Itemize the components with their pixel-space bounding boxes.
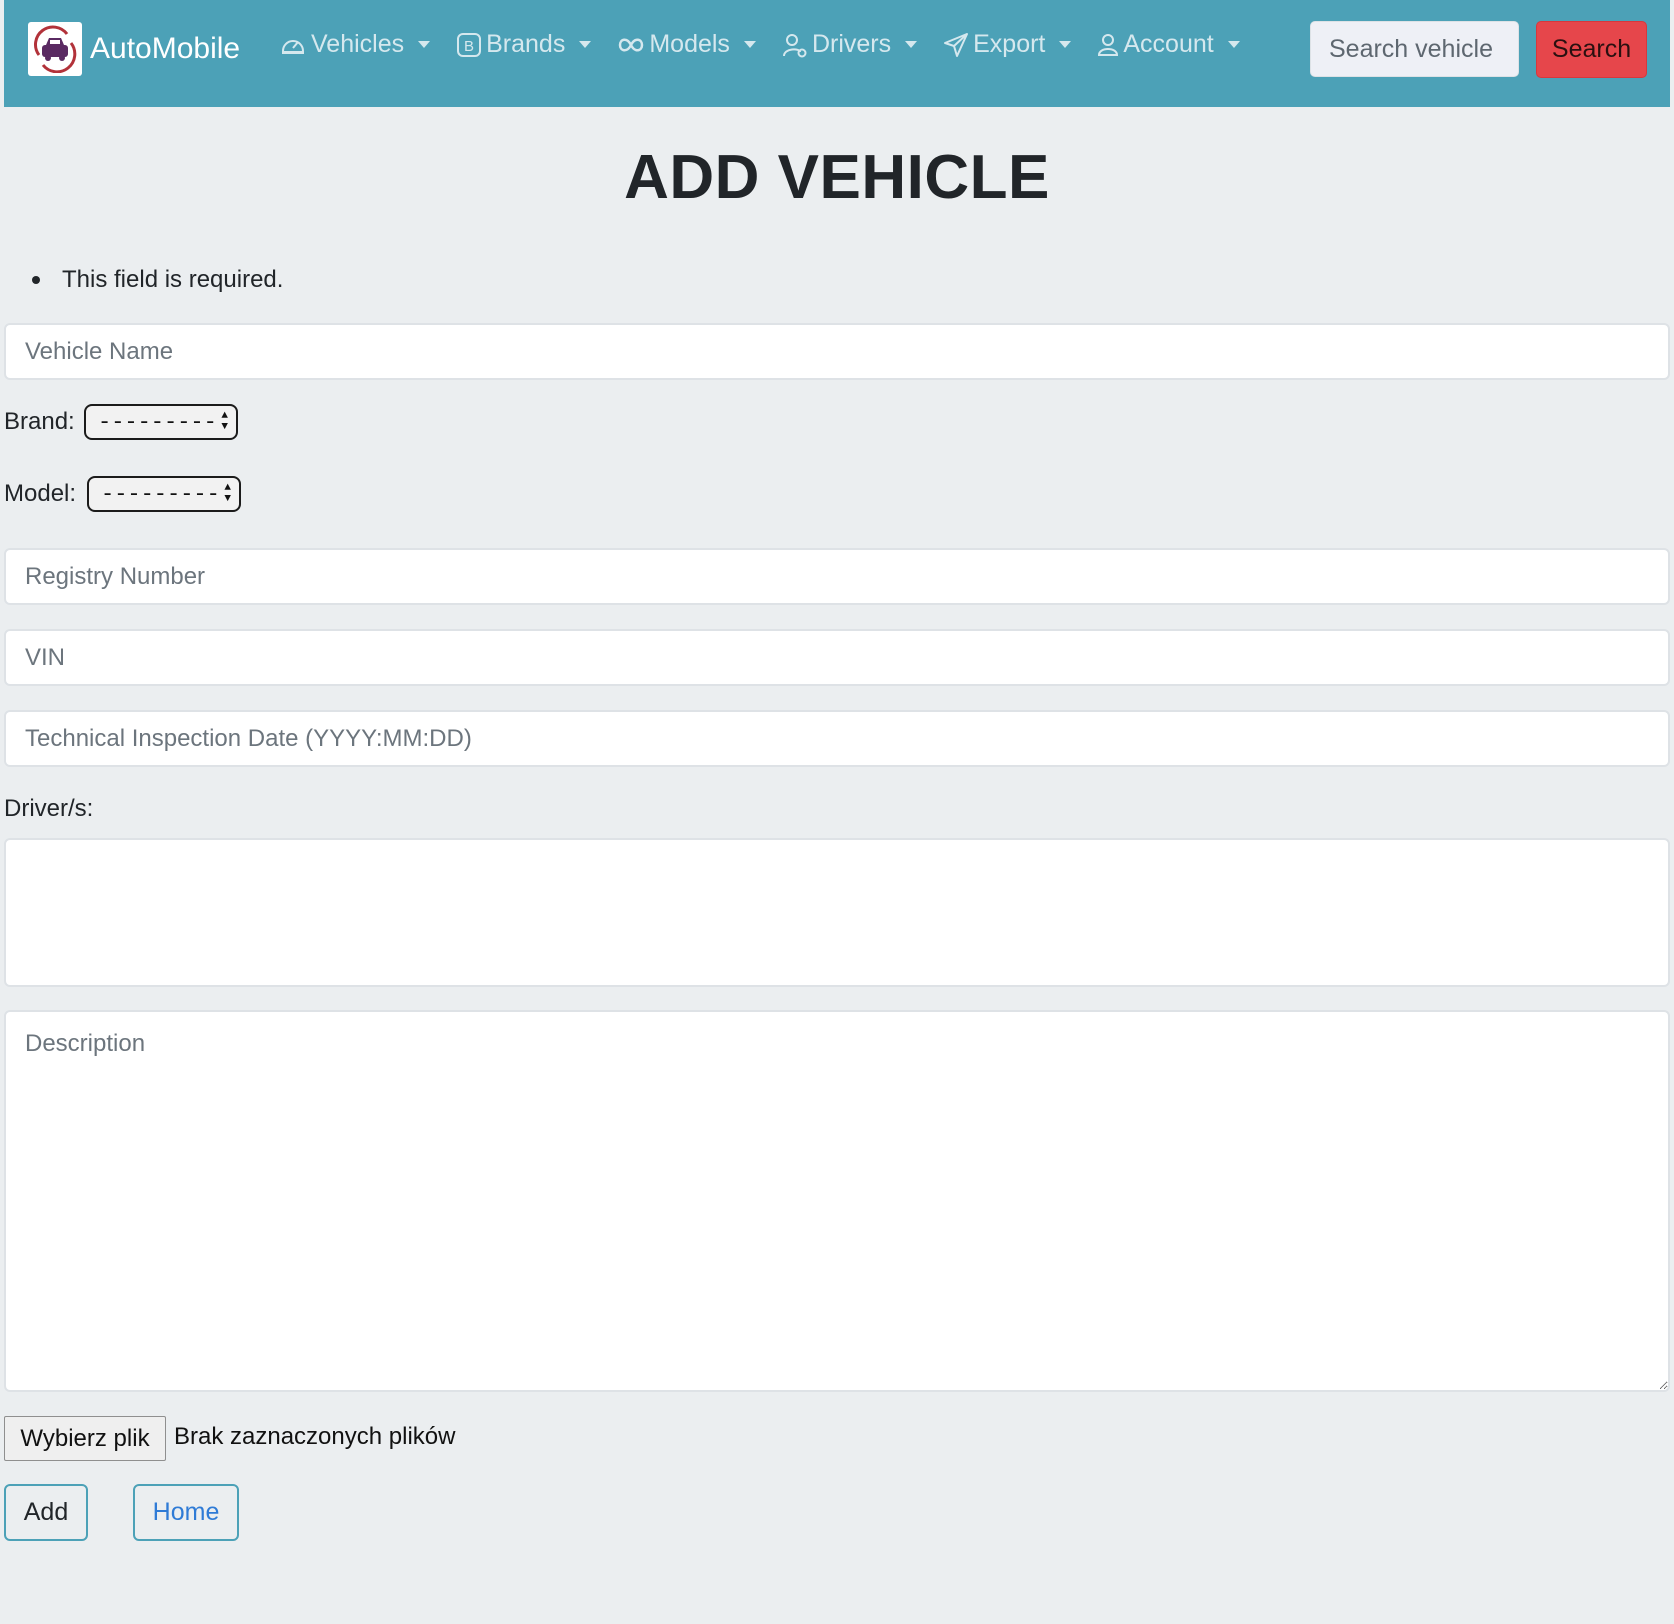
model-select[interactable]: --------- ▲ ▼ [87,476,241,512]
chevron-down-icon [579,41,592,48]
nav-menu: Vehicles B Brands Models Drivers Export … [279,30,1266,59]
brand-name: AutoMobile [90,32,241,65]
nav-label-account: Account [1123,30,1214,58]
chevron-down-icon [418,41,431,48]
send-icon [944,32,969,57]
car-logo-icon [28,22,82,76]
car-icon [282,39,304,54]
vin-input[interactable] [4,629,1670,686]
infinity-icon [619,38,644,51]
nav-item-drivers[interactable]: Drivers [782,30,918,59]
nav-item-brands[interactable]: B Brands [456,30,592,59]
page: AutoMobile Vehicles B Brands Models Driv… [0,0,1674,1624]
nav-label-drivers: Drivers [811,30,892,58]
page-title: ADD VEHICLE [624,143,1050,212]
home-button[interactable]: Home [133,1484,239,1541]
svg-text:B: B [464,38,474,55]
nav-item-models[interactable]: Models [617,30,756,59]
file-status: Brak zaznaczonych plików [174,1423,456,1450]
model-select-value: --------- [101,481,220,507]
navbar: AutoMobile Vehicles B Brands Models Driv… [4,0,1670,107]
search-button[interactable]: Search [1536,21,1647,78]
bullet-icon [32,276,40,284]
nav-item-vehicles[interactable]: Vehicles [279,30,431,59]
nav-item-export[interactable]: Export [943,30,1072,59]
error-list: This field is required. [32,266,283,294]
brand[interactable]: AutoMobile [28,22,240,76]
description-textarea[interactable] [4,1010,1670,1392]
select-arrows-icon: ▲ ▼ [221,410,228,433]
brand-b-icon: B [457,32,482,57]
nav-label-vehicles: Vehicles [311,30,405,58]
brand-label: Brand: [4,408,75,435]
nav-item-account[interactable]: Account [1097,30,1240,59]
error-item: This field is required. [32,266,283,294]
brand-select[interactable]: --------- ▲ ▼ [84,404,238,440]
nav-label-brands: Brands [486,30,566,58]
choose-file-button[interactable]: Wybierz plik [4,1416,166,1461]
chevron-down-icon [743,41,756,48]
error-text: This field is required. [62,266,284,293]
brand-select-value: --------- [98,409,217,435]
search-input[interactable] [1310,21,1519,77]
nav-label-models: Models [649,30,730,58]
drivers-label: Driver/s: [4,795,94,822]
nav-label-export: Export [973,30,1046,58]
chevron-down-icon [1059,41,1072,48]
inspection-date-input[interactable] [4,710,1670,767]
select-arrows-icon: ▲ ▼ [224,482,231,505]
registry-number-input[interactable] [4,548,1670,605]
drivers-multiselect[interactable] [4,838,1670,987]
person-icon [1098,33,1119,56]
chevron-down-icon [905,41,918,48]
driver-gear-icon [782,33,807,57]
vehicle-name-input[interactable] [4,323,1670,380]
model-label: Model: [4,480,77,507]
add-button[interactable]: Add [4,1484,88,1541]
chevron-down-icon [1227,41,1240,48]
